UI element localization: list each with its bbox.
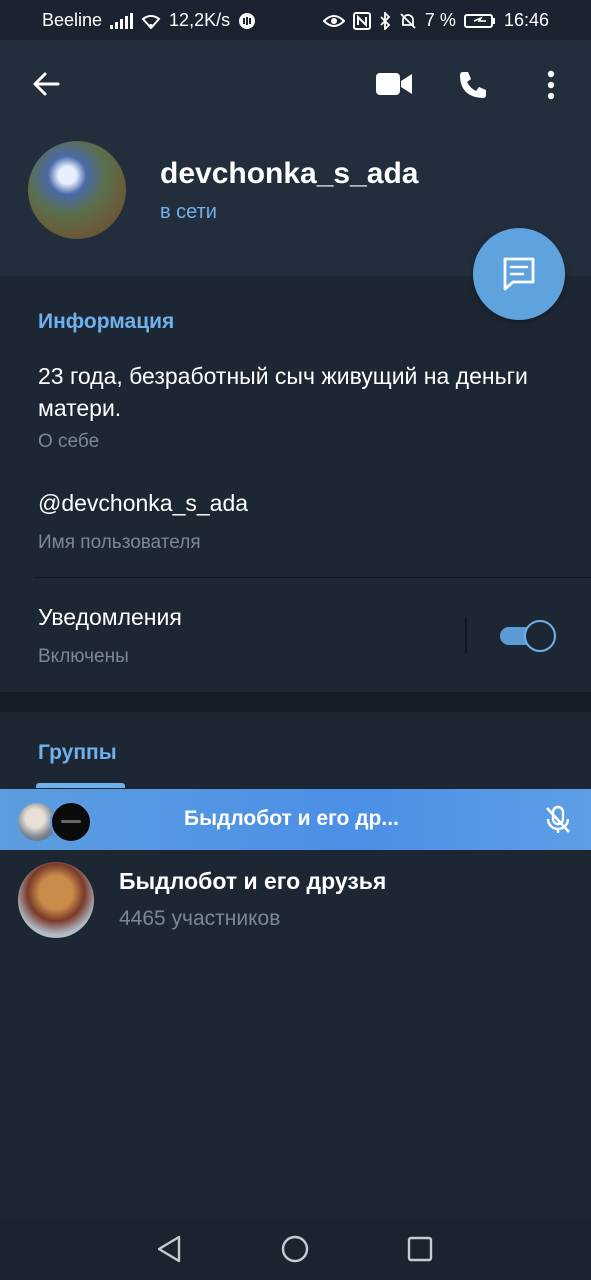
nav-home-icon bbox=[281, 1235, 309, 1263]
send-message-button[interactable] bbox=[473, 228, 565, 320]
profile-name: devchonka_s_ada bbox=[160, 157, 419, 190]
nav-recents-button[interactable] bbox=[404, 1233, 436, 1265]
nfc-icon bbox=[352, 11, 371, 30]
list-item[interactable]: Быдлобот и его друзья 4465 участников bbox=[0, 850, 591, 950]
wifi-icon bbox=[141, 14, 161, 29]
nav-back-icon bbox=[157, 1235, 181, 1263]
bio-label: О себе bbox=[38, 431, 100, 452]
bio-text[interactable]: 23 года, безработный сыч живущий на день… bbox=[38, 360, 538, 424]
message-icon bbox=[503, 257, 535, 291]
username-label: Имя пользователя bbox=[38, 532, 201, 553]
network-speed: 12,2K/s bbox=[169, 10, 231, 30]
voice-chat-title: Быдлобот и его др... bbox=[184, 807, 399, 830]
vertical-separator bbox=[465, 617, 467, 653]
groups-section: Группы bbox=[0, 712, 591, 1217]
online-status: в сети bbox=[160, 201, 217, 223]
notifications-state: Включены bbox=[38, 646, 129, 667]
battery-percent: 7 % bbox=[424, 10, 456, 30]
signal-icon bbox=[110, 12, 134, 29]
divider bbox=[34, 577, 591, 578]
nav-home-button[interactable] bbox=[279, 1233, 311, 1265]
video-call-button[interactable] bbox=[372, 66, 416, 102]
group-members: 4465 участников bbox=[119, 907, 281, 930]
voice-call-button[interactable] bbox=[454, 66, 492, 104]
group-avatar bbox=[18, 862, 94, 938]
nav-recents-icon bbox=[407, 1236, 433, 1262]
phone-icon bbox=[460, 72, 486, 98]
info-section: Информация 23 года, безработный сыч живу… bbox=[0, 276, 591, 692]
battery-icon bbox=[463, 13, 495, 28]
info-section-title: Информация bbox=[38, 310, 175, 333]
voice-chat-bar[interactable]: Быдлобот и его др... bbox=[0, 789, 591, 850]
more-options-button[interactable] bbox=[537, 66, 565, 104]
more-vert-icon bbox=[547, 70, 555, 100]
status-bar: Beeline 12,2K/s 7 % 16:46 bbox=[0, 0, 591, 40]
bluetooth-icon bbox=[380, 11, 391, 30]
back-button[interactable] bbox=[28, 66, 64, 102]
mute-button[interactable] bbox=[540, 803, 576, 837]
carrier-name: Beeline bbox=[42, 10, 103, 30]
tab-groups[interactable]: Группы bbox=[38, 741, 117, 765]
notifications-toggle[interactable] bbox=[500, 620, 556, 652]
participant-avatar bbox=[50, 801, 92, 843]
nav-back-button[interactable] bbox=[153, 1233, 185, 1265]
voice-app-icon bbox=[239, 12, 256, 29]
group-name: Быдлобот и его друзья bbox=[119, 868, 387, 894]
mic-off-icon bbox=[546, 805, 570, 833]
notifications-title[interactable]: Уведомления bbox=[38, 604, 182, 631]
video-call-icon bbox=[376, 73, 412, 95]
bell-off-icon bbox=[400, 12, 416, 29]
back-arrow-icon bbox=[33, 72, 60, 96]
tab-indicator bbox=[36, 783, 125, 788]
username-value[interactable]: @devchonka_s_ada bbox=[38, 490, 248, 517]
profile-avatar[interactable] bbox=[28, 141, 126, 239]
section-separator bbox=[0, 692, 591, 712]
clock: 16:46 bbox=[503, 10, 549, 30]
eye-icon bbox=[322, 14, 345, 27]
system-nav-bar bbox=[0, 1217, 591, 1280]
